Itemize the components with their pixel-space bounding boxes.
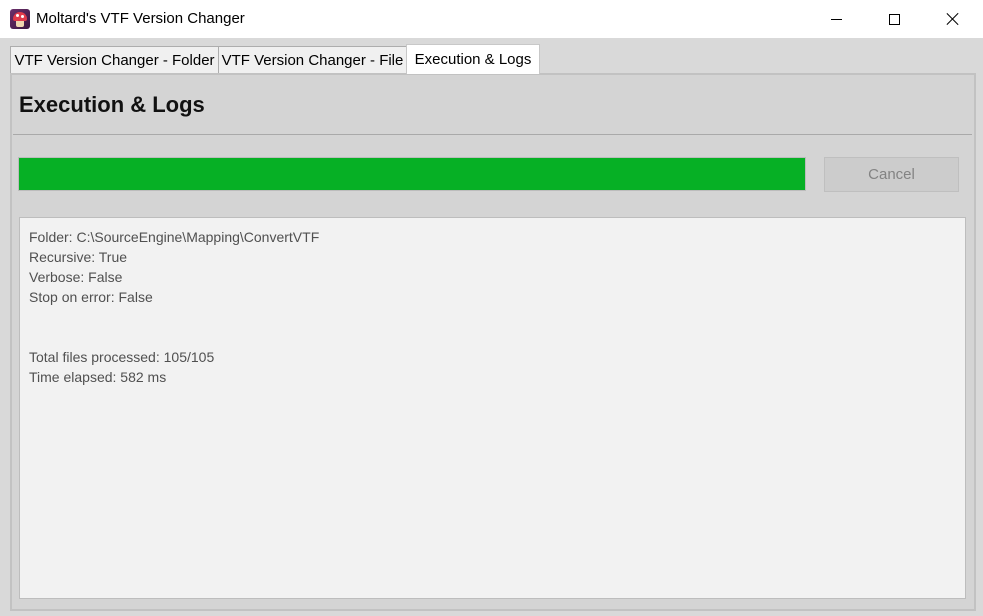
log-line: Verbose: False (29, 269, 123, 285)
close-button[interactable] (924, 0, 982, 38)
log-output[interactable]: Folder: C:\SourceEngine\Mapping\ConvertV… (19, 217, 966, 599)
maximize-button[interactable] (865, 0, 923, 38)
maximize-icon (888, 13, 900, 25)
log-line: Folder: C:\SourceEngine\Mapping\ConvertV… (29, 229, 320, 245)
progress-fill (19, 158, 805, 190)
close-icon (946, 12, 960, 26)
tab-execution-logs[interactable]: Execution & Logs (406, 44, 540, 74)
tab-file[interactable]: VTF Version Changer - File (218, 46, 407, 73)
log-line: Time elapsed: 582 ms (29, 369, 167, 385)
progress-bar (18, 157, 806, 191)
page-title: Execution & Logs (19, 92, 205, 117)
log-line: Stop on error: False (29, 289, 153, 305)
log-line: Total files processed: 105/105 (29, 349, 215, 365)
mushroom-app-icon (10, 9, 30, 29)
window-title: Moltard's VTF Version Changer (36, 10, 245, 27)
minimize-icon (830, 18, 842, 20)
log-line: Recursive: True (29, 249, 128, 265)
tab-folder[interactable]: VTF Version Changer - Folder (10, 46, 219, 73)
cancel-button[interactable]: Cancel (824, 157, 959, 192)
title-bar: Moltard's VTF Version Changer (0, 0, 983, 38)
minimize-button[interactable] (807, 0, 865, 38)
divider (13, 134, 972, 135)
